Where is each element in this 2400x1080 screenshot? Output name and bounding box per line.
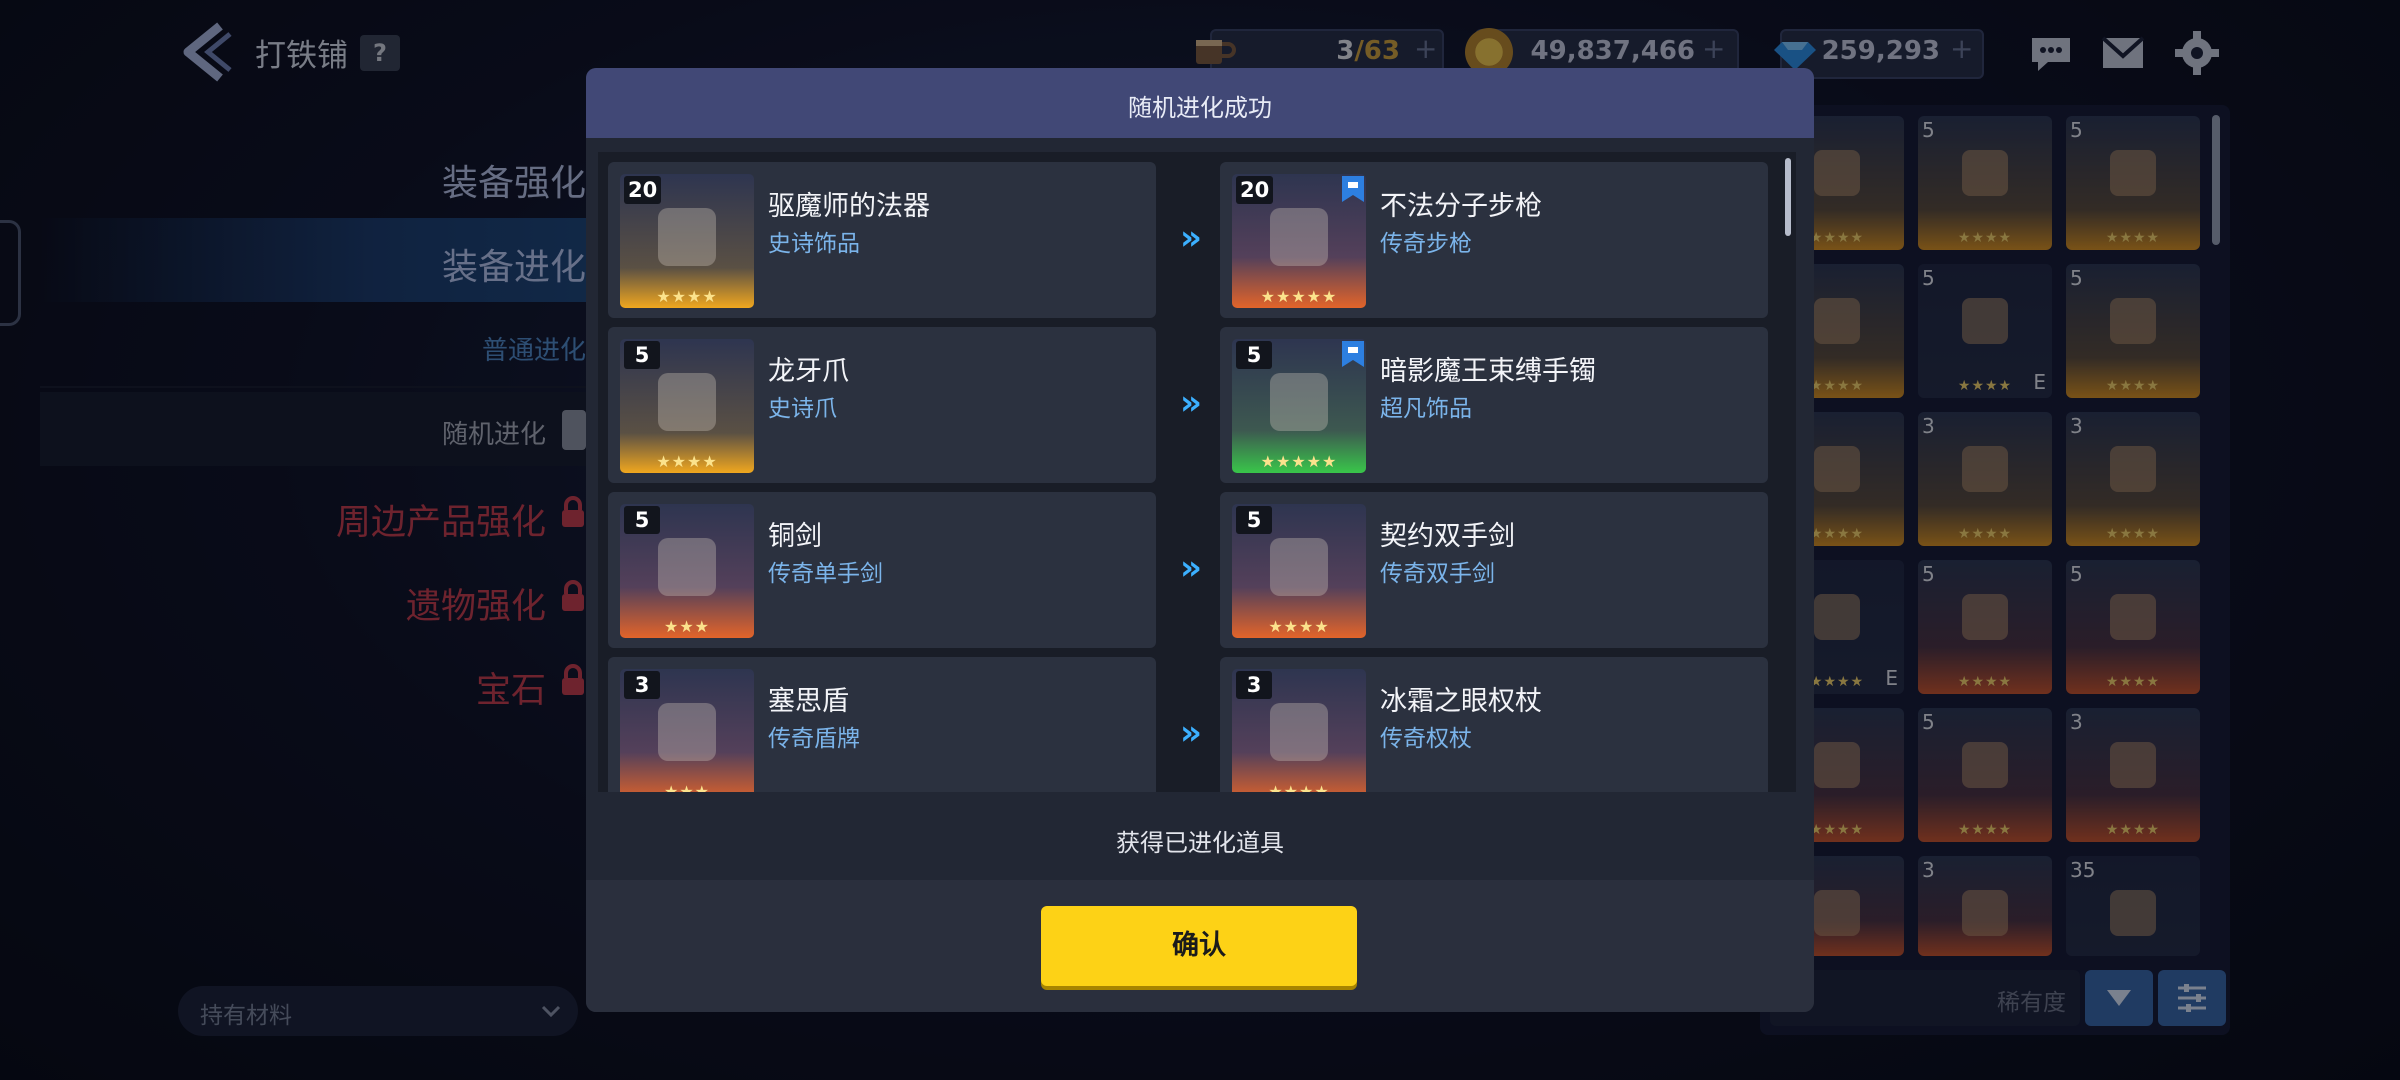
item-type: 传奇双手剑 [1380, 561, 1495, 587]
item-name: 龙牙爪 [768, 356, 849, 387]
modal-title: 随机进化成功 [1128, 94, 1272, 122]
item-stars: ★★★ [663, 782, 711, 792]
item-name: 不法分子步枪 [1380, 191, 1542, 222]
item-type: 史诗饰品 [768, 231, 860, 257]
confirm-button[interactable]: 确认 [1041, 906, 1357, 986]
item-name: 契约双手剑 [1380, 521, 1515, 552]
item-level: 20 [1236, 176, 1274, 204]
item-level: 5 [624, 341, 660, 369]
item-level: 5 [624, 506, 660, 534]
item-stars: ★★★★ [1268, 782, 1330, 792]
item-name: 驱魔师的法器 [768, 191, 930, 222]
item-icon-box: 3 ★★★★ [1232, 669, 1366, 792]
item-level: 20 [624, 176, 662, 204]
double-chevron-right-icon: » [1180, 383, 1202, 423]
item-icon [1270, 208, 1328, 266]
item-stars: ★★★★ [656, 452, 718, 471]
item-type: 传奇单手剑 [768, 561, 883, 587]
item-stars: ★★★★★ [1260, 287, 1338, 306]
item-name: 冰霜之眼权杖 [1380, 686, 1542, 717]
item-icon [658, 208, 716, 266]
item-level: 5 [1236, 506, 1272, 534]
item-type: 传奇权杖 [1380, 726, 1472, 752]
item-icon-box: 5 ★★★ [620, 504, 754, 638]
item-type: 超凡饰品 [1380, 396, 1472, 422]
double-chevron-right-icon: » [1180, 218, 1202, 258]
source-item-card[interactable]: 5 ★★★★ 龙牙爪史诗爪 [608, 327, 1156, 483]
double-chevron-right-icon: » [1180, 713, 1202, 753]
source-item-card[interactable]: 3 ★★★ 塞思盾传奇盾牌 [608, 657, 1156, 792]
result-list[interactable]: 20 ★★★★ 驱魔师的法器史诗饰品 20 ★★★★★ 不法分子步枪传奇步枪 » 5 ★★★★ 龙… [598, 152, 1796, 792]
result-item-card[interactable]: 5 ★★★★★ 暗影魔王束缚手镯超凡饰品 [1220, 327, 1768, 483]
item-icon [1270, 703, 1328, 761]
item-stars: ★★★★ [656, 287, 718, 306]
item-name: 铜剑 [768, 521, 822, 552]
bookmark-badge-icon [1342, 176, 1364, 202]
item-level: 5 [1236, 341, 1272, 369]
item-icon-box: 20 ★★★★ [620, 174, 754, 308]
item-stars: ★★★ [663, 617, 711, 636]
item-type: 传奇盾牌 [768, 726, 860, 752]
double-chevron-right-icon: » [1180, 548, 1202, 588]
item-name: 塞思盾 [768, 686, 849, 717]
result-item-card[interactable]: 20 ★★★★★ 不法分子步枪传奇步枪 [1220, 162, 1768, 318]
item-icon [1270, 538, 1328, 596]
item-name: 暗影魔王束缚手镯 [1380, 356, 1596, 387]
result-item-card[interactable]: 5 ★★★★ 契约双手剑传奇双手剑 [1220, 492, 1768, 648]
source-item-card[interactable]: 20 ★★★★ 驱魔师的法器史诗饰品 [608, 162, 1156, 318]
item-icon [658, 703, 716, 761]
item-icon-box: 20 ★★★★★ [1232, 174, 1366, 308]
obtained-text: 获得已进化道具 [1116, 829, 1284, 857]
result-list-scrollbar[interactable] [1785, 158, 1791, 236]
item-level: 3 [624, 671, 660, 699]
source-item-card[interactable]: 5 ★★★ 铜剑传奇单手剑 [608, 492, 1156, 648]
item-type: 史诗爪 [768, 396, 837, 422]
item-icon-box: 5 ★★★★ [620, 339, 754, 473]
item-icon [658, 538, 716, 596]
item-level: 3 [1236, 671, 1272, 699]
item-type: 传奇步枪 [1380, 231, 1472, 257]
item-icon [658, 373, 716, 431]
item-stars: ★★★★ [1268, 617, 1330, 636]
item-icon-box: 5 ★★★★ [1232, 504, 1366, 638]
item-icon [1270, 373, 1328, 431]
result-item-card[interactable]: 3 ★★★★ 冰霜之眼权杖传奇权杖 [1220, 657, 1768, 792]
item-icon-box: 5 ★★★★★ [1232, 339, 1366, 473]
item-stars: ★★★★★ [1260, 452, 1338, 471]
bookmark-badge-icon [1342, 341, 1364, 367]
item-icon-box: 3 ★★★ [620, 669, 754, 792]
